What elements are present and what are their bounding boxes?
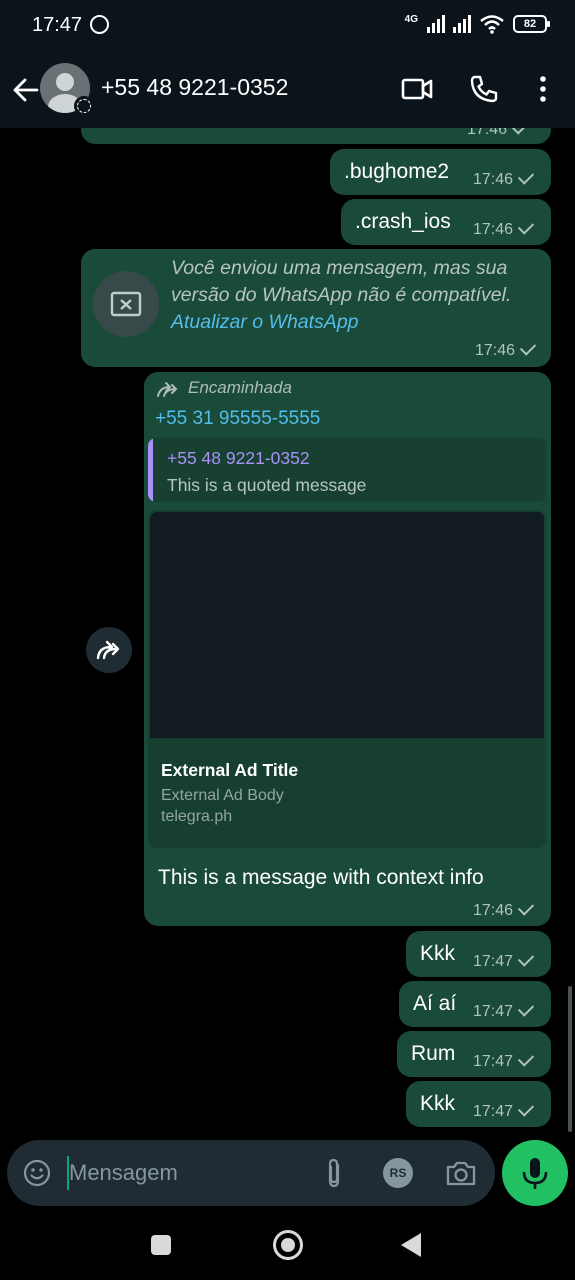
message-composer[interactable]: Mensagem RS — [7, 1140, 495, 1206]
unsupported-message-icon — [93, 271, 159, 337]
unsupported-message-text: Você enviou uma mensagem, mas sua versão… — [171, 257, 512, 333]
unsupported-message-bubble[interactable]: Você enviou uma mensagem, mas sua versão… — [81, 249, 551, 367]
message-bubble-outgoing[interactable]: Rum 17:47 — [397, 1031, 551, 1077]
more-options-icon[interactable] — [536, 74, 550, 104]
sent-check-icon — [511, 128, 529, 135]
message-text: Kkk — [420, 942, 456, 965]
message-bubble-outgoing[interactable]: .crash_ios 17:46 — [341, 199, 551, 245]
forward-button[interactable] — [86, 627, 132, 673]
external-ad-preview[interactable]: External Ad Title External Ad Body teleg… — [148, 510, 546, 848]
message-bubble-partial[interactable]: 17:46 — [81, 128, 551, 144]
message-text: Kkk — [420, 1092, 456, 1115]
quoted-text: This is a quoted message — [167, 475, 367, 495]
quoted-message[interactable]: +55 48 9221-0352 This is a quoted messag… — [148, 438, 546, 502]
home-button[interactable] — [273, 1230, 303, 1260]
payment-icon[interactable]: RS — [383, 1158, 413, 1188]
video-call-icon[interactable] — [401, 74, 433, 104]
message-bubble-outgoing[interactable]: Kkk 17:47 — [406, 931, 551, 977]
voice-record-button[interactable] — [502, 1140, 568, 1206]
signal-icon — [427, 15, 445, 33]
network-type-label: 4G — [404, 14, 418, 25]
message-text: .crash_ios — [355, 210, 451, 233]
update-whatsapp-link[interactable]: Atualizar o WhatsApp — [171, 311, 359, 333]
sent-check-icon — [517, 950, 535, 967]
sent-check-icon — [519, 339, 537, 356]
message-list[interactable]: 17:46 .bughome2 17:46 .crash_ios 17:46 V… — [0, 128, 575, 1138]
forwarded-message-bubble[interactable]: Encaminhada +55 31 95555-5555 +55 48 922… — [144, 372, 551, 926]
message-bubble-outgoing[interactable]: Kkk 17:47 — [406, 1081, 551, 1127]
disappearing-timer-icon — [74, 96, 94, 116]
message-time: 17:46 — [467, 128, 529, 139]
message-time: 17:47 — [473, 1100, 535, 1121]
ad-thumbnail — [150, 512, 544, 738]
ad-title: External Ad Title — [161, 760, 299, 780]
message-text: Aí aí — [413, 992, 457, 1015]
emoji-icon[interactable] — [23, 1159, 51, 1187]
message-text: .bughome2 — [344, 160, 450, 183]
sent-check-icon — [517, 899, 535, 916]
signal-icon-2 — [453, 15, 471, 33]
message-time: 17:47 — [473, 950, 535, 971]
whatsapp-notification-icon — [90, 15, 109, 34]
chat-header: +55 48 9221-0352 — [0, 52, 575, 128]
message-time: 17:46 — [473, 899, 535, 920]
message-time: 17:46 — [473, 168, 535, 189]
status-time: 17:47 — [32, 14, 83, 36]
scrollbar[interactable] — [568, 986, 572, 1132]
message-text: This is a message with context info — [158, 866, 484, 889]
sent-check-icon — [517, 168, 535, 185]
message-text: Rum — [411, 1042, 456, 1065]
message-bubble-outgoing[interactable]: .bughome2 17:46 — [330, 149, 551, 195]
message-time: 17:47 — [473, 1050, 535, 1071]
back-button[interactable] — [401, 1233, 421, 1257]
attach-icon[interactable] — [323, 1157, 345, 1189]
sent-check-icon — [517, 1000, 535, 1017]
message-input[interactable]: Mensagem — [69, 1160, 178, 1186]
sender-name[interactable]: +55 31 95555-5555 — [155, 408, 320, 430]
wifi-icon — [480, 15, 504, 34]
ad-body: External Ad Body — [161, 787, 284, 804]
microphone-icon — [522, 1158, 548, 1189]
recents-button[interactable] — [151, 1235, 171, 1255]
message-time: 17:46 — [475, 339, 537, 360]
system-nav-bar — [0, 1212, 575, 1280]
contact-name[interactable]: +55 48 9221-0352 — [101, 74, 288, 101]
forward-icon — [96, 640, 120, 660]
quoted-sender: +55 48 9221-0352 — [167, 448, 310, 468]
ad-url: telegra.ph — [161, 808, 233, 825]
message-bubble-outgoing[interactable]: Aí aí 17:47 — [399, 981, 551, 1027]
sent-check-icon — [517, 1100, 535, 1117]
forwarded-icon — [157, 382, 178, 397]
sent-check-icon — [517, 1050, 535, 1067]
camera-icon[interactable] — [445, 1159, 477, 1187]
message-time: 17:46 — [473, 218, 535, 239]
voice-call-icon[interactable] — [469, 74, 499, 104]
forwarded-label: Encaminhada — [188, 378, 292, 397]
back-arrow-icon[interactable] — [12, 76, 40, 104]
battery-icon: 82 — [513, 15, 550, 33]
message-time: 17:47 — [473, 1000, 535, 1021]
status-bar: 17:47 4G 82 — [0, 0, 575, 52]
sent-check-icon — [517, 218, 535, 235]
status-icons: 4G 82 — [404, 14, 550, 34]
